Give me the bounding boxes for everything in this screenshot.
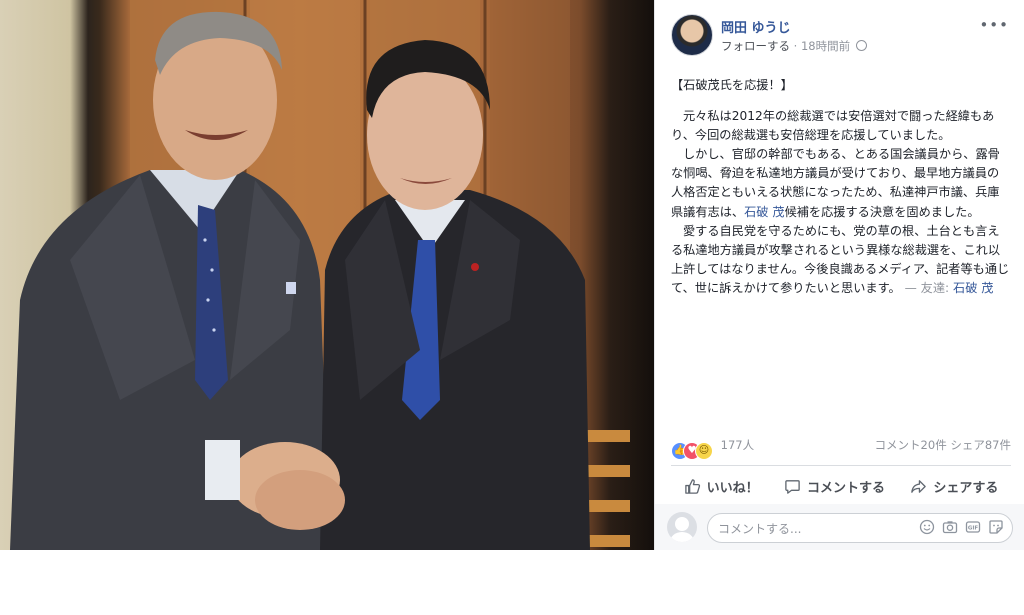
share-button[interactable]: シェアする bbox=[910, 477, 998, 496]
engagement-counts: コメント20件 シェア87件 bbox=[875, 437, 1011, 453]
thumbs-up-icon bbox=[684, 478, 700, 494]
wow-reaction-icon: ☺ bbox=[695, 442, 713, 460]
share-icon bbox=[911, 479, 927, 493]
with-friend-link[interactable]: 石破 茂 bbox=[953, 281, 993, 295]
divider bbox=[671, 465, 1011, 466]
more-options-icon[interactable]: ••• bbox=[979, 16, 1009, 34]
facebook-post: 岡田 ゆうじ フォローする · 18時間前 ••• 【石破茂氏を応援！】 元々私… bbox=[654, 0, 1024, 550]
reaction-count[interactable]: 177人 bbox=[721, 438, 754, 452]
gif-icon[interactable]: GIF bbox=[965, 519, 981, 535]
post-meta: フォローする · 18時間前 bbox=[721, 38, 867, 54]
sticker-icon[interactable] bbox=[988, 519, 1004, 535]
comment-placeholder: コメントする... bbox=[718, 522, 802, 536]
action-bar: いいね！ コメントする シェアする bbox=[671, 472, 1011, 500]
author-avatar[interactable] bbox=[671, 14, 713, 56]
comment-input-icons: GIF bbox=[919, 519, 1004, 535]
like-label: いいね！ bbox=[706, 480, 759, 496]
svg-text:GIF: GIF bbox=[968, 526, 979, 532]
like-button[interactable]: いいね！ bbox=[684, 477, 759, 496]
tag-link-ishiba[interactable]: 石破 茂 bbox=[744, 205, 784, 219]
camera-icon[interactable] bbox=[942, 519, 958, 535]
reaction-summary[interactable]: 👍♥ ☺ 177人 コメント20件 シェア87件 bbox=[671, 437, 1011, 460]
share-count[interactable]: シェア87件 bbox=[950, 438, 1011, 452]
with-label: — 友達: bbox=[904, 280, 950, 295]
post-time[interactable]: 18時間前 bbox=[801, 39, 850, 53]
comment-composer: コメントする... GIF bbox=[655, 504, 1024, 550]
paragraph-2-text-after: 候補を応援する決意を固めました。 bbox=[784, 204, 980, 219]
meta-separator: · bbox=[793, 39, 798, 53]
comment-input[interactable]: コメントする... GIF bbox=[707, 513, 1013, 543]
share-label: シェアする bbox=[933, 480, 999, 496]
follow-link[interactable]: フォローする bbox=[721, 39, 790, 53]
globe-icon bbox=[855, 40, 867, 51]
photo-illustration bbox=[10, 0, 630, 550]
comment-label: コメントする bbox=[806, 480, 885, 496]
post-photo[interactable] bbox=[0, 0, 654, 550]
post-paragraph-2: しかし、官邸の幹部でもある、とある国会議員から、露骨な恫喝、脅迫を私達地方議員が… bbox=[671, 145, 1011, 221]
post-body: 【石破茂氏を応援！】 元々私は2012年の総裁選では安倍選対で闘った経緯もあり、… bbox=[671, 76, 1011, 298]
post-heading: 【石破茂氏を応援！】 bbox=[671, 78, 793, 92]
viewer-avatar bbox=[667, 512, 697, 542]
emoji-icon[interactable] bbox=[919, 519, 935, 535]
comment-icon bbox=[785, 479, 800, 494]
comment-button[interactable]: コメントする bbox=[784, 477, 885, 496]
post-paragraph-1: 元々私は2012年の総裁選では安倍選対で闘った経緯もあり、今回の総裁選も安倍総理… bbox=[671, 109, 995, 143]
post-paragraph-3: 愛する自民党を守るためにも、党の草の根、土台とも言える私達地方議員が攻撃されると… bbox=[671, 222, 1011, 298]
author-name[interactable]: 岡田 ゆうじ bbox=[721, 17, 791, 36]
comment-count[interactable]: コメント20件 bbox=[875, 438, 947, 452]
